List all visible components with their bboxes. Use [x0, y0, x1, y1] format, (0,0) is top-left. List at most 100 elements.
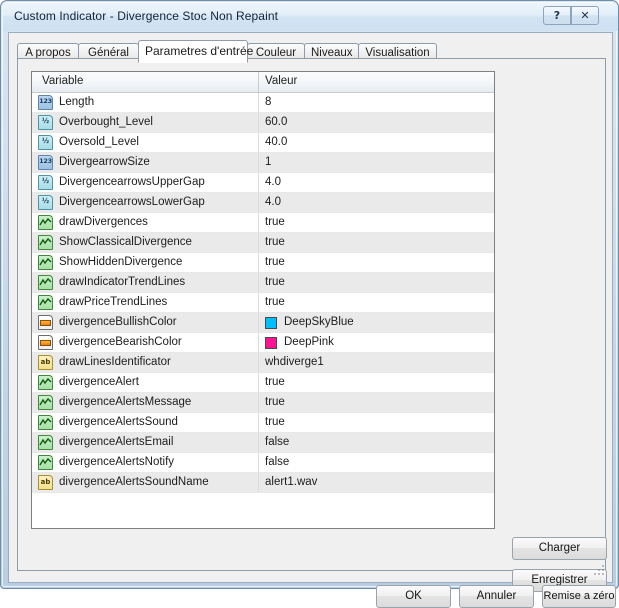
window-title: Custom Indicator - Divergence Stoc Non R… [14, 9, 279, 23]
parameter-name: drawLinesIdentificator [59, 356, 171, 368]
parameter-name: drawDivergences [59, 216, 148, 228]
parameter-value[interactable]: true [265, 296, 285, 308]
row-column-divider [258, 233, 259, 252]
reset-button[interactable]: Remise a zéro [542, 585, 616, 608]
table-row[interactable]: ShowClassicalDivergence true [32, 233, 494, 253]
row-column-divider [258, 333, 259, 352]
parameter-name: divergenceAlert [59, 376, 139, 388]
boolean-type-icon [38, 215, 54, 231]
parameter-value[interactable]: true [265, 216, 285, 228]
row-column-divider [258, 413, 259, 432]
row-column-divider [258, 253, 259, 272]
row-column-divider [258, 173, 259, 192]
table-row[interactable]: ½ Overbought_Level 60.0 [32, 113, 494, 133]
table-row[interactable]: drawDivergences true [32, 213, 494, 233]
table-row[interactable]: divergenceAlertsNotify false [32, 453, 494, 473]
row-column-divider [258, 273, 259, 292]
row-column-divider [258, 433, 259, 452]
cancel-button[interactable]: Annuler [459, 585, 534, 608]
parameter-name: divergenceAlertsSoundName [59, 476, 209, 488]
table-body: 123 Length 8 ½ Overbought_Level 60.0 ½ Oversold… [32, 93, 494, 493]
parameter-value[interactable]: 40.0 [265, 136, 287, 148]
parameter-name: DivergearrowSize [59, 156, 150, 168]
title-bar[interactable]: Custom Indicator - Divergence Stoc Non R… [3, 3, 618, 31]
parameter-value[interactable]: 60.0 [265, 116, 287, 128]
parameter-value[interactable]: true [265, 236, 285, 248]
row-column-divider [258, 353, 259, 372]
integer-type-icon: 123 [38, 155, 54, 171]
row-column-divider [258, 193, 259, 212]
parameter-name: DivergencearrowsLowerGap [59, 196, 205, 208]
parameter-value[interactable]: true [265, 276, 285, 288]
tab-parametres-d-entr-e[interactable]: Parametres d'entrée [138, 40, 253, 63]
parameter-name: divergenceAlertsMessage [59, 396, 192, 408]
parameter-name: Overbought_Level [59, 116, 153, 128]
table-row[interactable]: drawPriceTrendLines true [32, 293, 494, 313]
close-button[interactable]: ✕ [571, 6, 599, 25]
table-row[interactable]: 123 Length 8 [32, 93, 494, 113]
row-column-divider [258, 453, 259, 472]
parameter-name: Oversold_Level [59, 136, 139, 148]
parameter-value[interactable]: true [265, 416, 285, 428]
table-row[interactable]: drawIndicatorTrendLines true [32, 273, 494, 293]
boolean-type-icon [38, 435, 54, 451]
parameter-value[interactable]: 4.0 [265, 196, 281, 208]
parameter-value[interactable]: true [265, 396, 285, 408]
dialog-client-area: A propos Général Parametres d'entrée Couleu… [8, 32, 616, 608]
table-row[interactable]: ab divergenceAlertsSoundName alert1.wav [32, 473, 494, 493]
parameters-table[interactable]: Variable Valeur 123 Length 8 ½ Overbought_Le… [31, 71, 495, 529]
dialog-window: Custom Indicator - Divergence Stoc Non R… [0, 0, 619, 608]
boolean-type-icon [38, 275, 54, 291]
parameter-value[interactable]: whdiverge1 [265, 356, 324, 368]
table-row[interactable]: ab drawLinesIdentificator whdiverge1 [32, 353, 494, 373]
parameter-name: Length [59, 96, 95, 108]
table-row[interactable]: divergenceBearishColor DeepPink [32, 333, 494, 353]
table-row[interactable]: ShowHiddenDivergence true [32, 253, 494, 273]
parameter-name: divergenceAlertsNotify [59, 456, 175, 468]
load-button[interactable]: Charger [512, 537, 607, 560]
parameter-name: divergenceBullishColor [59, 316, 177, 328]
parameter-value[interactable]: true [265, 376, 285, 388]
table-row[interactable]: divergenceBullishColor DeepSkyBlue [32, 313, 494, 333]
parameter-value[interactable]: alert1.wav [265, 476, 317, 488]
boolean-type-icon [38, 375, 54, 391]
table-row[interactable]: divergenceAlertsMessage true [32, 393, 494, 413]
table-row[interactable]: ½ DivergencearrowsUpperGap 4.0 [32, 173, 494, 193]
row-column-divider [258, 93, 259, 112]
table-row[interactable]: divergenceAlertsSound true [32, 413, 494, 433]
color-swatch [265, 317, 277, 329]
column-header-valeur: Valeur [265, 75, 298, 87]
parameter-name: ShowHiddenDivergence [59, 256, 183, 268]
row-column-divider [258, 373, 259, 392]
parameter-value[interactable]: true [265, 256, 285, 268]
parameter-value[interactable]: false [265, 436, 289, 448]
tab-page-input-parameters: Variable Valeur 123 Length 8 ½ Overbought_Le… [17, 58, 607, 592]
table-row[interactable]: ½ Oversold_Level 40.0 [32, 133, 494, 153]
boolean-type-icon [38, 455, 54, 471]
table-row[interactable]: divergenceAlertsEmail false [32, 433, 494, 453]
ok-button[interactable]: OK [376, 585, 451, 608]
parameter-value[interactable]: false [265, 456, 289, 468]
double-type-icon: ½ [38, 195, 54, 211]
string-type-icon: ab [38, 475, 54, 491]
parameter-value[interactable]: 8 [265, 96, 271, 108]
resize-grip-icon[interactable] [594, 565, 606, 577]
parameter-value[interactable]: DeepSkyBlue [284, 316, 354, 328]
parameter-value[interactable]: 1 [265, 156, 271, 168]
parameter-name: ShowClassicalDivergence [59, 236, 192, 248]
parameter-value[interactable]: 4.0 [265, 176, 281, 188]
boolean-type-icon [38, 295, 54, 311]
double-type-icon: ½ [38, 135, 54, 151]
row-column-divider [258, 213, 259, 232]
parameter-value[interactable]: DeepPink [284, 336, 334, 348]
boolean-type-icon [38, 235, 54, 251]
table-header-row: Variable Valeur [32, 72, 494, 93]
parameter-name: divergenceAlertsEmail [59, 436, 174, 448]
table-row[interactable]: ½ DivergencearrowsLowerGap 4.0 [32, 193, 494, 213]
header-column-divider [258, 72, 259, 93]
table-row[interactable]: divergenceAlert true [32, 373, 494, 393]
parameter-name: divergenceAlertsSound [59, 416, 178, 428]
parameter-name: DivergencearrowsUpperGap [59, 176, 205, 188]
table-row[interactable]: 123 DivergearrowSize 1 [32, 153, 494, 173]
help-button[interactable]: ? [543, 6, 571, 25]
